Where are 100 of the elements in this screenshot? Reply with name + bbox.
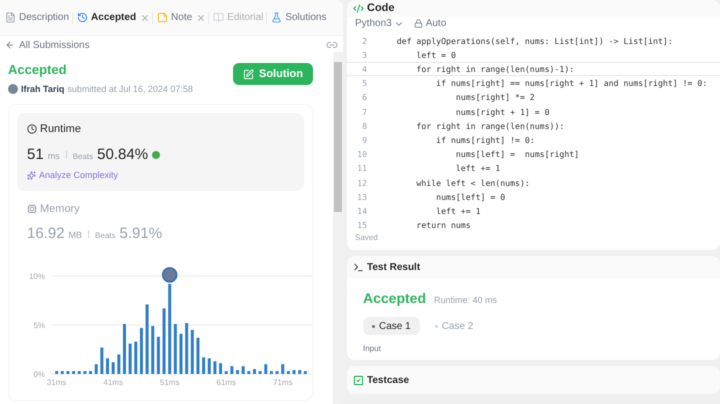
histogram-bar <box>122 324 126 374</box>
input-label: Input <box>362 343 382 355</box>
histogram-bar <box>55 370 58 374</box>
histogram-bar <box>276 370 279 374</box>
link-icon[interactable] <box>326 39 338 51</box>
histogram-bar <box>219 362 222 374</box>
histogram-bar <box>94 364 98 374</box>
histogram-bar <box>89 370 92 374</box>
histogram-bar <box>236 370 240 374</box>
histogram-bar <box>162 308 166 374</box>
x-tick-label: 71ms <box>272 378 293 386</box>
histogram-bar <box>180 333 182 374</box>
result-runtime: Runtime: 40 ms <box>434 294 498 307</box>
close-icon[interactable] <box>196 12 206 22</box>
histogram-bar <box>60 370 64 374</box>
tab-icon <box>5 12 16 23</box>
line-number: 2 <box>361 34 368 47</box>
histogram-bar <box>128 343 132 374</box>
histogram-bar <box>66 370 70 374</box>
histogram-bar <box>242 366 245 374</box>
code-line: nums[left] = 0 <box>435 190 506 203</box>
histogram-bar <box>140 327 143 374</box>
code-line: left = 0 <box>415 48 456 61</box>
metric-title: Memory <box>40 202 80 216</box>
histogram-bar <box>264 364 268 374</box>
analyze-link[interactable]: Analyze Complexity <box>27 169 294 182</box>
tab-icon <box>157 12 168 23</box>
scrollbar[interactable] <box>333 52 343 404</box>
code-line: nums[left] = nums[right] <box>454 148 580 160</box>
histogram-bar <box>281 364 284 374</box>
panel-title: Code <box>367 1 394 16</box>
panel-title: Test Result <box>367 260 420 274</box>
beats-label: Beats <box>72 150 94 162</box>
back-arrow-icon <box>5 40 15 50</box>
avatar <box>8 84 18 94</box>
histogram-bar <box>83 370 86 374</box>
histogram-bar <box>156 336 160 374</box>
histogram-bar <box>185 322 188 374</box>
metric-icon <box>27 124 37 134</box>
histogram-bar <box>270 370 273 374</box>
line-number: 10 <box>356 148 368 160</box>
beats-value: 50.84% <box>97 144 148 164</box>
y-tick-label: 5% <box>33 320 45 330</box>
y-tick-label: 0% <box>33 370 45 378</box>
line-number: 7 <box>361 106 368 118</box>
x-tick-label: 31ms <box>46 378 66 386</box>
solution-button[interactable]: Solution <box>233 63 313 85</box>
result-status: Accepted <box>363 289 426 308</box>
case-tab[interactable]: Case 1 <box>363 317 420 335</box>
code-line: nums[right] *= 2 <box>454 91 535 104</box>
histogram-bar <box>100 347 104 374</box>
language-dropdown[interactable]: Python3 <box>355 16 404 31</box>
histogram-bar <box>304 370 307 374</box>
edit-icon <box>243 68 254 80</box>
back-link[interactable]: All Submissions <box>5 38 90 52</box>
metric-unit: ms <box>48 150 60 162</box>
histogram-bar <box>258 370 262 374</box>
checkbox-icon <box>353 374 364 386</box>
histogram-bar <box>213 360 216 374</box>
case-tab[interactable]: Case 2 <box>426 317 482 335</box>
tab[interactable]: Solutions <box>270 10 328 25</box>
tab[interactable]: Accepted <box>76 10 138 25</box>
histogram-bar <box>190 329 194 374</box>
line-number: 3 <box>361 48 368 61</box>
line-number: 12 <box>356 176 368 189</box>
close-icon[interactable] <box>140 12 150 22</box>
line-number: 15 <box>356 219 368 232</box>
metric-card[interactable]: Memory 16.92 MB Beats 5.91% <box>17 192 304 254</box>
code-line: if nums[right] != 0: <box>435 134 535 146</box>
metric-card[interactable]: Runtime 51 ms Beats 50.84% Analyze Complexity <box>17 113 304 190</box>
metric-icon <box>27 204 37 214</box>
lock-icon <box>414 19 423 28</box>
metric-title: Runtime <box>40 122 81 137</box>
line-number: 5 <box>361 77 368 90</box>
line-number: 11 <box>356 162 368 175</box>
histogram-bar <box>146 304 149 374</box>
tab-icon <box>271 12 282 23</box>
code-line: nums[right + 1] = 0 <box>454 106 550 118</box>
histogram-bar <box>196 337 200 374</box>
avatar-marker <box>162 266 178 282</box>
histogram-bar <box>292 370 296 374</box>
submission-status: Accepted <box>8 61 68 79</box>
metric-unit: MB <box>68 229 82 242</box>
terminal-icon <box>353 262 364 272</box>
histogram-bar <box>174 324 177 374</box>
histogram-bar <box>208 358 211 374</box>
tab[interactable]: Description <box>4 10 70 25</box>
histogram-bar <box>247 370 250 374</box>
tab-icon <box>77 12 88 23</box>
code-line: return nums <box>415 219 471 232</box>
sparkle-icon <box>27 171 36 180</box>
tab[interactable]: Note <box>156 10 194 25</box>
histogram-bar <box>286 370 290 374</box>
histogram-bar <box>252 368 256 374</box>
code-line: for right in range(len(nums)-1): <box>415 62 574 76</box>
metric-value: 16.92 <box>27 224 65 244</box>
beats-value: 5.91% <box>120 224 162 244</box>
line-number: 13 <box>356 190 368 203</box>
histogram-bar <box>151 325 154 374</box>
x-tick-label: 51ms <box>160 378 180 386</box>
